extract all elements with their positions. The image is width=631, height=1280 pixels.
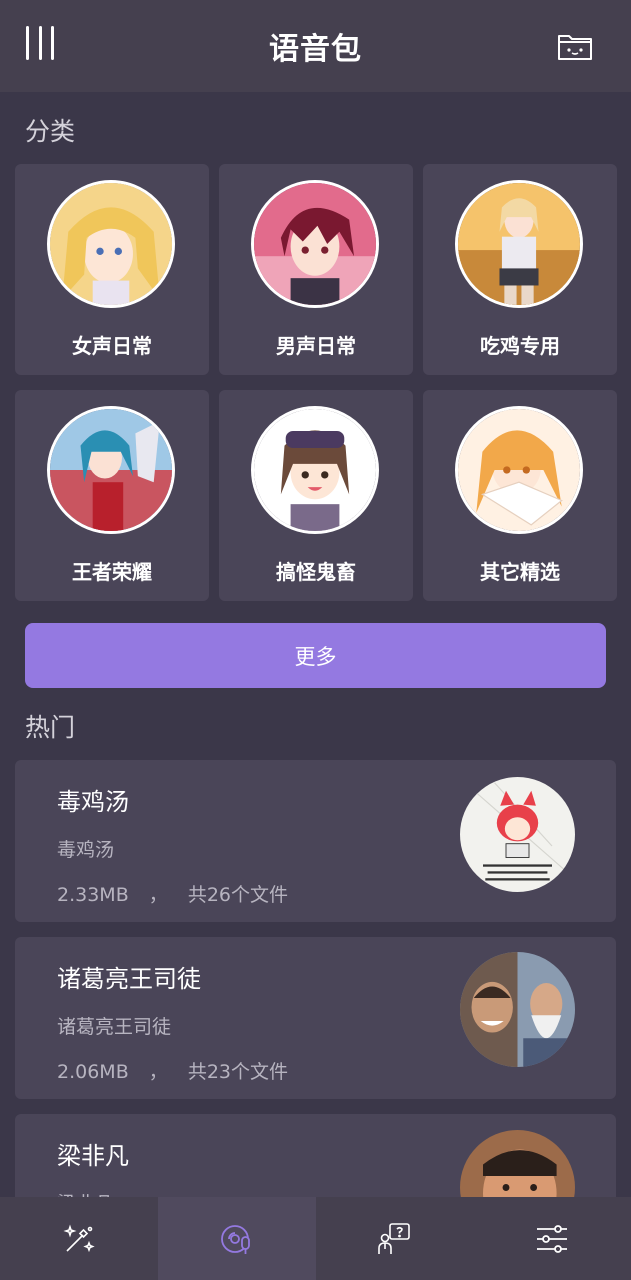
hot-item-thumbnail: [460, 952, 575, 1067]
category-card-funny[interactable]: 搞怪鬼畜: [219, 390, 413, 601]
hot-item-size: 2.06MB: [57, 1061, 129, 1083]
funny-avatar: [251, 406, 379, 534]
hot-item-name: 梁非凡: [57, 1142, 129, 1170]
category-card-others[interactable]: 其它精选: [423, 390, 617, 601]
category-label: 吃鸡专用: [480, 334, 560, 358]
hot-item-separator: ，: [148, 884, 168, 906]
category-grid: 女声日常 男声日常 吃鸡专用 王者荣耀 搞怪鬼畜 其它精选: [15, 164, 617, 601]
settings-sliders-icon: [537, 1224, 568, 1253]
hot-item-meta: 2.33MB ， 共26个文件: [57, 880, 288, 907]
honor-of-kings-avatar: [47, 406, 175, 534]
hot-item-count: 共23个文件: [187, 1061, 289, 1083]
hot-item-meta: 2.06MB ， 共23个文件: [57, 1057, 288, 1084]
categories-title: 分类: [25, 117, 76, 146]
hot-item[interactable]: 诸葛亮王司徒 诸葛亮王司徒 2.06MB ， 共23个文件: [15, 937, 616, 1099]
hot-item-thumbnail: [460, 777, 575, 892]
more-button[interactable]: 更多: [25, 623, 606, 688]
hot-item-size: 2.33MB: [57, 884, 129, 906]
female-voice-avatar: [47, 180, 175, 308]
hot-item-count: 共26个文件: [187, 884, 289, 906]
tab-voice[interactable]: [157, 1197, 316, 1280]
category-card-honor-of-kings[interactable]: 王者荣耀: [15, 390, 209, 601]
category-label: 搞怪鬼畜: [276, 560, 356, 584]
page-title: 语音包: [269, 32, 362, 67]
hot-title: 热门: [25, 713, 76, 742]
hot-item-subtitle: 毒鸡汤: [57, 839, 115, 861]
hot-item-name: 诸葛亮王司徒: [57, 965, 201, 993]
magic-wand-icon: [63, 1223, 95, 1252]
male-voice-avatar: [251, 180, 379, 308]
category-card-female[interactable]: 女声日常: [15, 164, 209, 375]
app-header: 语音包: [0, 0, 631, 92]
hot-item[interactable]: 毒鸡汤 毒鸡汤 2.33MB ， 共26个文件: [15, 760, 616, 922]
category-label: 男声日常: [276, 334, 356, 358]
pubg-avatar: [455, 180, 583, 308]
hot-item-subtitle: 诸葛亮王司徒: [57, 1016, 172, 1038]
category-label: 女声日常: [72, 334, 152, 358]
hot-item-separator: ，: [148, 1061, 168, 1083]
category-card-pubg[interactable]: 吃鸡专用: [423, 164, 617, 375]
category-label: 王者荣耀: [72, 560, 152, 584]
folder-icon[interactable]: [557, 30, 593, 62]
tab-settings[interactable]: [473, 1197, 631, 1280]
tab-help[interactable]: [316, 1197, 474, 1280]
hot-item-name: 毒鸡汤: [57, 788, 129, 816]
category-label: 其它精选: [480, 560, 560, 584]
menu-icon[interactable]: [26, 26, 54, 60]
voice-disc-mic-icon: [220, 1224, 250, 1254]
tab-magic[interactable]: [0, 1197, 158, 1280]
bottom-tab-bar: [0, 1197, 631, 1280]
category-card-male[interactable]: 男声日常: [219, 164, 413, 375]
help-person-icon: [378, 1222, 411, 1254]
others-avatar: [455, 406, 583, 534]
